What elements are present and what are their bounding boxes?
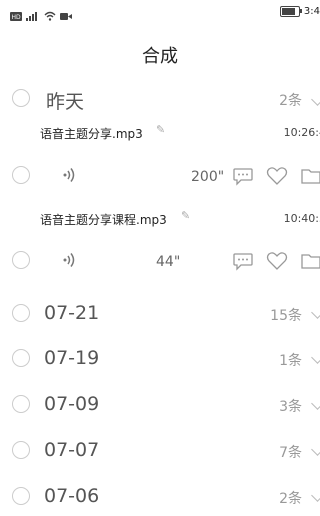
chat-share-icon[interactable] bbox=[232, 166, 254, 186]
group-row[interactable]: 07-21 15条 bbox=[0, 293, 320, 333]
select-checkbox[interactable] bbox=[12, 487, 30, 505]
chevron-down-icon[interactable] bbox=[311, 397, 320, 410]
file-time: 10:40:5 bbox=[283, 212, 320, 225]
group-count: 3条 bbox=[279, 399, 302, 415]
group-label: 07-07 bbox=[44, 439, 100, 461]
group-label: 07-19 bbox=[44, 347, 100, 369]
sound-wave-icon[interactable] bbox=[62, 252, 76, 272]
group-row-yesterday[interactable]: 昨天 2条 bbox=[0, 80, 320, 120]
chevron-down-icon[interactable] bbox=[311, 443, 320, 456]
audio-row[interactable]: 44" bbox=[0, 242, 320, 282]
group-count: 7条 bbox=[279, 445, 302, 461]
group-row[interactable]: 07-09 3条 bbox=[0, 384, 320, 424]
chat-share-icon[interactable] bbox=[232, 251, 254, 271]
group-count: 2条 bbox=[279, 491, 302, 507]
file-time: 10:26:4 bbox=[283, 126, 320, 139]
select-checkbox[interactable] bbox=[12, 304, 30, 322]
file-name[interactable]: 语音主题分享课程.mp3 bbox=[40, 211, 167, 228]
chevron-down-icon[interactable] bbox=[311, 351, 320, 364]
page-title: 合成 bbox=[142, 46, 178, 67]
svg-text:HD: HD bbox=[12, 14, 22, 21]
folder-icon[interactable] bbox=[300, 166, 320, 186]
duration-label: 200" bbox=[191, 169, 225, 185]
select-checkbox[interactable] bbox=[12, 89, 30, 107]
group-label: 昨天 bbox=[46, 91, 85, 113]
select-checkbox[interactable] bbox=[12, 251, 30, 269]
group-count: 2条 bbox=[279, 93, 302, 109]
group-label: 07-09 bbox=[44, 393, 100, 415]
select-checkbox[interactable] bbox=[12, 349, 30, 367]
status-left: HD bbox=[10, 6, 72, 25]
group-row[interactable]: 07-06 2条 bbox=[0, 476, 320, 516]
status-bar: HD 3:4 bbox=[0, 0, 320, 24]
battery-icon bbox=[279, 6, 302, 17]
folder-icon[interactable] bbox=[300, 251, 320, 271]
file-name[interactable]: 语音主题分享.mp3 bbox=[40, 125, 143, 142]
select-checkbox[interactable] bbox=[12, 441, 30, 459]
heart-icon[interactable] bbox=[266, 251, 288, 271]
status-right: 3:4 bbox=[279, 6, 320, 17]
pencil-icon[interactable]: ✎ bbox=[156, 123, 165, 136]
group-count: 15条 bbox=[270, 308, 302, 324]
audio-row[interactable]: 200" bbox=[0, 158, 320, 198]
duration-label: 44" bbox=[156, 254, 181, 270]
group-row[interactable]: 07-07 7条 bbox=[0, 430, 320, 470]
group-row[interactable]: 07-19 1条 bbox=[0, 338, 320, 378]
chevron-down-icon[interactable] bbox=[311, 306, 320, 319]
heart-icon[interactable] bbox=[266, 166, 288, 186]
hd-icon: HD bbox=[10, 6, 22, 25]
group-label: 07-21 bbox=[44, 302, 100, 324]
pencil-icon[interactable]: ✎ bbox=[181, 209, 190, 222]
chevron-down-icon[interactable] bbox=[311, 93, 320, 106]
clock: 3:4 bbox=[303, 6, 320, 17]
select-checkbox[interactable] bbox=[12, 166, 30, 184]
signal-icon bbox=[26, 6, 40, 25]
video-icon bbox=[60, 6, 72, 25]
wifi-icon bbox=[44, 6, 56, 25]
sound-wave-icon[interactable] bbox=[62, 167, 76, 187]
chevron-down-icon[interactable] bbox=[311, 489, 320, 502]
group-label: 07-06 bbox=[44, 485, 100, 507]
group-count: 1条 bbox=[279, 353, 302, 369]
select-checkbox[interactable] bbox=[12, 395, 30, 413]
